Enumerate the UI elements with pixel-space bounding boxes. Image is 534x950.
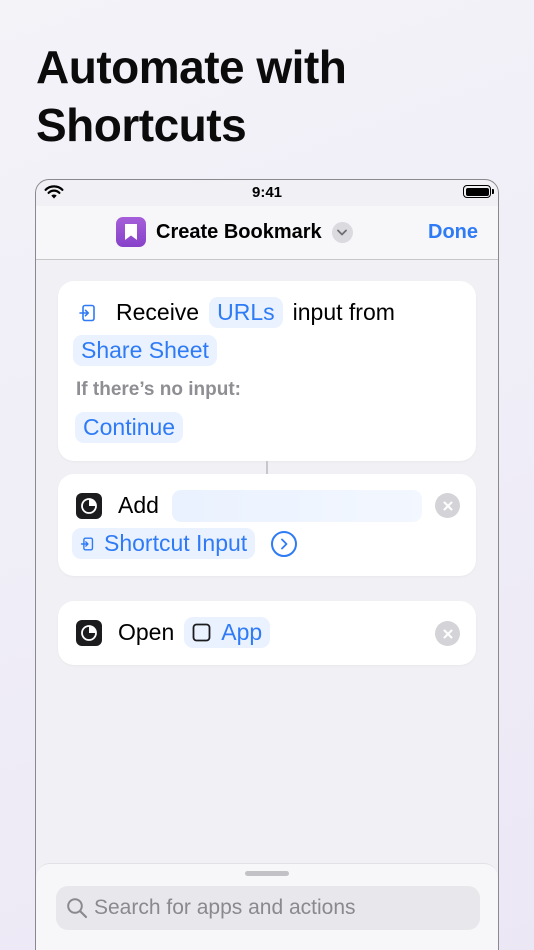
action-search-sheet [36, 863, 498, 950]
clear-button[interactable] [435, 493, 460, 518]
open-line: Open App [76, 617, 271, 648]
shortcut-title: Create Bookmark [156, 220, 322, 243]
no-input-label: If there’s no input: [76, 379, 242, 400]
search-input[interactable] [94, 896, 454, 920]
source-token[interactable]: Share Sheet [73, 335, 217, 366]
action-card-receive[interactable]: Receive URLs input from Share Sheet If t… [58, 281, 476, 461]
variable-line: Shortcut Input [72, 528, 298, 559]
no-input-line: If there’s no input: [76, 379, 241, 401]
done-button[interactable]: Done [428, 221, 478, 244]
shortcut-input-label: Shortcut Input [104, 530, 248, 556]
add-verb: Add [118, 492, 159, 518]
search-icon [67, 898, 88, 919]
sheet-grabber[interactable] [245, 871, 289, 876]
action-card-open[interactable]: Open App [58, 601, 476, 665]
status-bar: 9:41 [36, 180, 498, 206]
input-from-text: input from [292, 299, 395, 325]
app-label: App [221, 619, 263, 645]
app-token[interactable]: App [184, 617, 271, 648]
status-time: 9:41 [251, 184, 283, 201]
continue-token[interactable]: Continue [75, 412, 184, 443]
chevron-down-icon[interactable] [331, 221, 353, 243]
shortcut-input-icon [79, 304, 95, 321]
clear-button[interactable] [435, 621, 460, 646]
battery-icon [463, 185, 494, 198]
bookmark-icon [116, 217, 146, 247]
headline-line-1: Automate with [36, 41, 347, 93]
add-line: Add [76, 492, 159, 519]
shortcut-input-icon [80, 536, 94, 551]
action-card-add[interactable]: Add Shortcut Input [58, 474, 476, 576]
chevron-right-icon[interactable] [271, 530, 298, 557]
receive-line: Receive URLs input from [78, 297, 395, 328]
source-line: Share Sheet [73, 335, 217, 366]
receive-verb: Receive [116, 299, 200, 325]
input-type-token[interactable]: URLs [209, 297, 283, 328]
search-bar[interactable] [56, 886, 480, 930]
headline: Automate with Shortcuts [36, 38, 506, 154]
clock-app-icon [76, 619, 102, 646]
close-icon [443, 629, 452, 638]
headline-line-2: Shortcuts [36, 99, 247, 151]
action-connector [266, 461, 268, 474]
add-value-field[interactable] [172, 490, 422, 522]
shortcut-title-menu[interactable]: Create Bookmark [116, 216, 353, 248]
open-verb: Open [118, 619, 175, 645]
continue-line: Continue [75, 412, 184, 443]
clock-app-icon [76, 492, 102, 519]
app-placeholder-icon [192, 623, 211, 642]
shortcut-input-token[interactable]: Shortcut Input [72, 528, 256, 559]
navigation-bar: Create Bookmark Done [36, 206, 498, 260]
close-icon [443, 501, 452, 510]
phone-frame: 9:41 Create Bookmark Done Receive URLs i… [35, 179, 499, 950]
